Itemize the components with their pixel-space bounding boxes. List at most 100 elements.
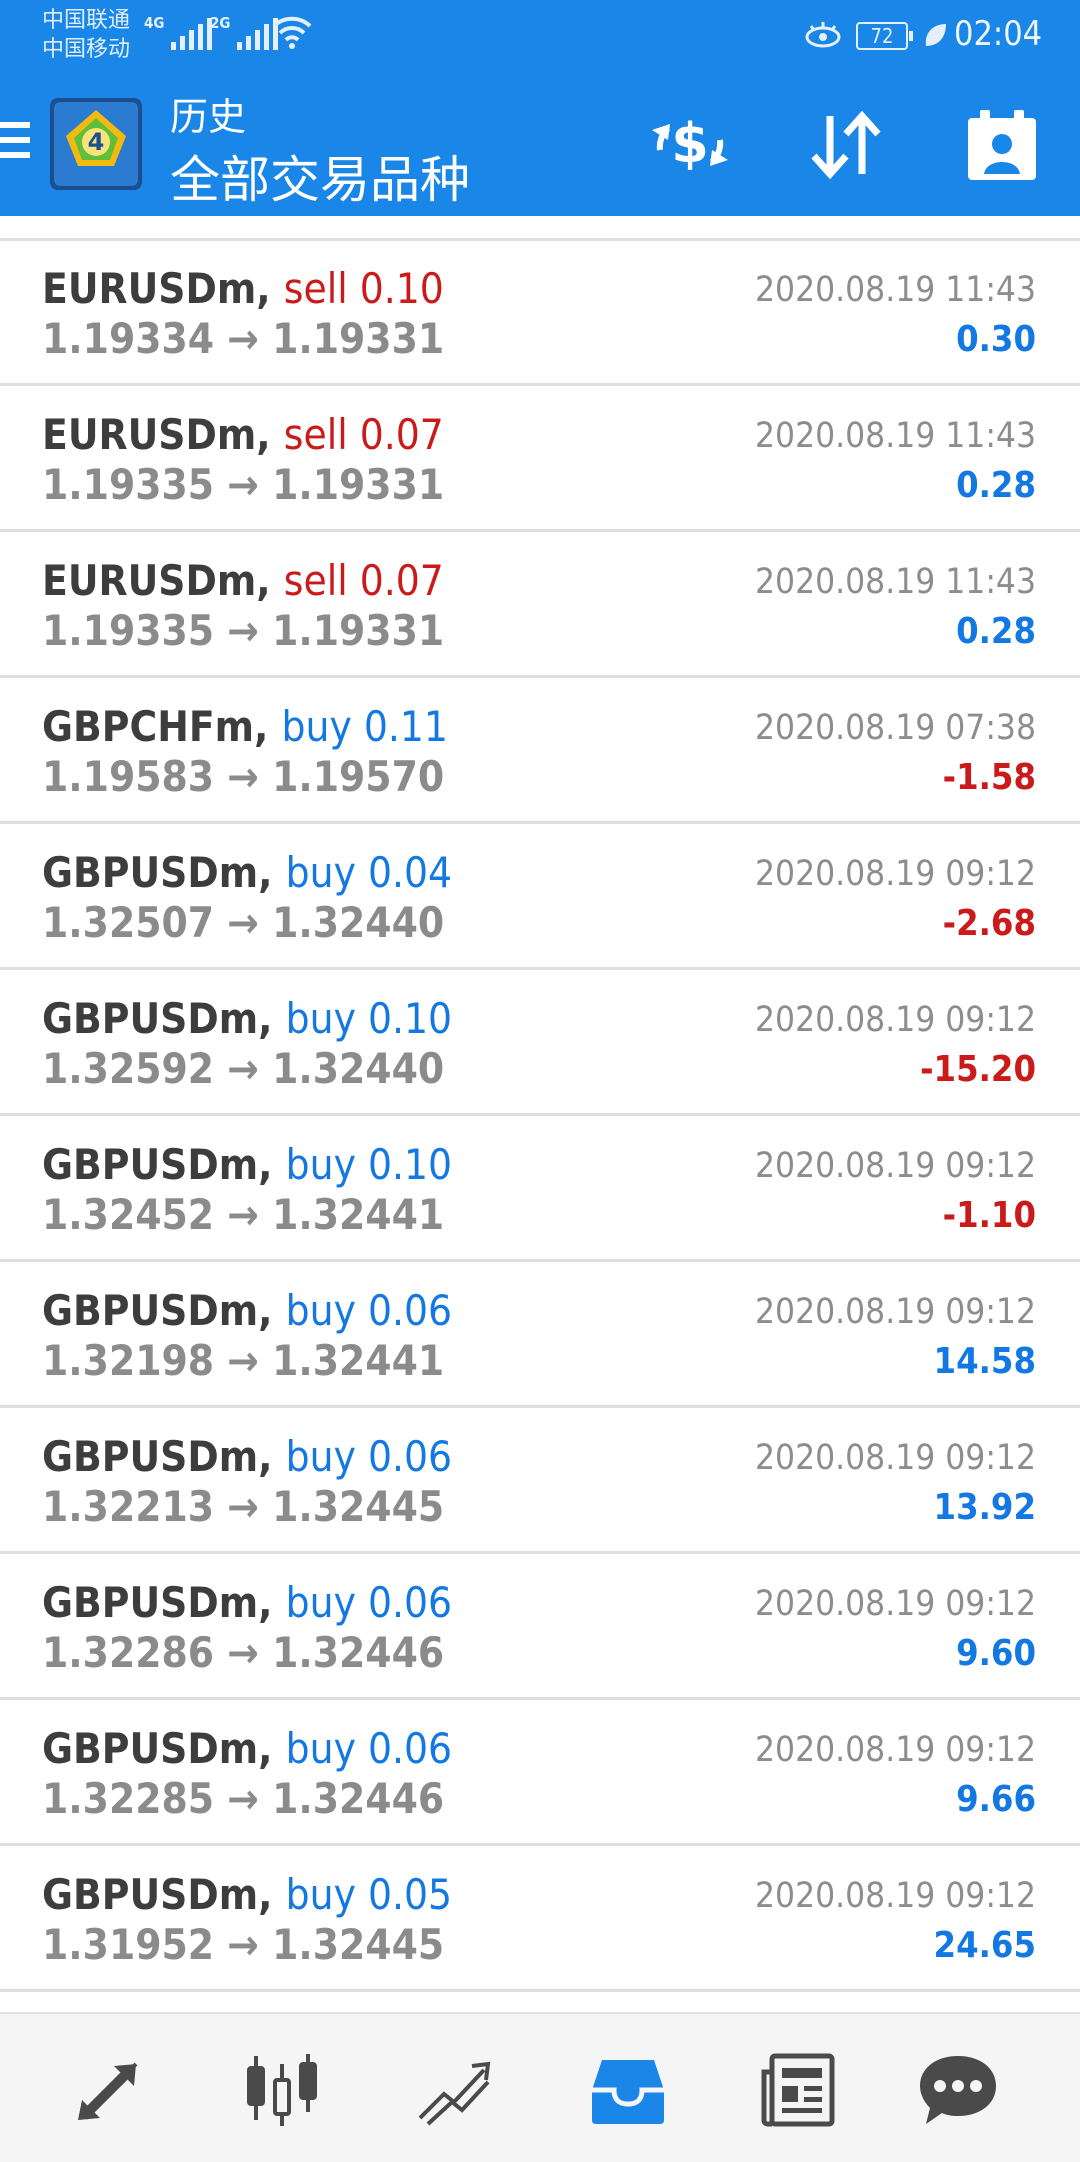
trade-profit: 0.30 xyxy=(956,319,1036,360)
trade-row[interactable]: GBPUSDm, buy 0.06 1.32285 → 1.32446 2020.0… xyxy=(0,1700,1080,1846)
open-price: 1.32452 xyxy=(42,1190,215,1239)
trade-symbol-line: GBPUSDm, buy 0.06 xyxy=(42,1578,452,1627)
close-price: 1.32446 xyxy=(272,1774,445,1823)
trade-prices: 1.19334 → 1.19331 xyxy=(42,314,444,363)
currency-exchange-icon[interactable]: $ xyxy=(642,100,738,190)
screen-label: 历史 xyxy=(170,95,247,139)
trade-row[interactable]: EURUSDm, sell 0.07 1.19335 → 1.19331 2020.… xyxy=(0,386,1080,532)
chart-icon[interactable] xyxy=(242,2050,322,2130)
close-price: 1.19331 xyxy=(272,460,445,509)
trade-profit: 13.92 xyxy=(933,1487,1036,1528)
open-price: 1.32198 xyxy=(42,1336,215,1385)
carrier-1: 中国联通 xyxy=(42,8,131,33)
arrow-right-icon: → xyxy=(214,1190,273,1239)
status-bar: 中国联通 中国移动 4G 2G 72 02:04 xyxy=(0,0,1080,70)
trade-profit: 0.28 xyxy=(956,465,1036,506)
trade-time: 2020.08.19 11:43 xyxy=(755,416,1036,456)
trade-symbol: GBPUSDm, xyxy=(42,848,273,897)
arrow-right-icon: → xyxy=(214,1482,273,1531)
close-price: 1.32445 xyxy=(272,1920,445,1969)
trade-row[interactable]: GBPUSDm, buy 0.04 1.32507 → 1.32440 2020.0… xyxy=(0,824,1080,970)
trade-side-volume: sell 0.07 xyxy=(283,410,444,459)
close-price: 1.32446 xyxy=(272,1628,445,1677)
trade-profit: 0.28 xyxy=(956,611,1036,652)
news-icon[interactable] xyxy=(758,2050,838,2130)
open-price: 1.32592 xyxy=(42,1044,215,1093)
trade-row[interactable]: GBPUSDm, buy 0.06 1.32198 → 1.32441 2020.0… xyxy=(0,1262,1080,1408)
trade-time: 2020.08.19 09:12 xyxy=(755,1730,1036,1770)
page-title[interactable]: 全部交易品种 xyxy=(170,140,470,212)
sort-icon[interactable] xyxy=(798,100,894,190)
trade-prices: 1.31952 → 1.32445 xyxy=(42,1920,444,1969)
trade-symbol-line: EURUSDm, sell 0.07 xyxy=(42,410,444,459)
arrow-right-icon: → xyxy=(214,460,273,509)
carrier-2: 中国移动 xyxy=(42,37,131,62)
trade-symbol: GBPUSDm, xyxy=(42,1432,273,1481)
trade-time: 2020.08.19 09:12 xyxy=(755,1438,1036,1478)
trade-prices: 1.32507 → 1.32440 xyxy=(42,898,444,947)
trade-symbol: GBPUSDm, xyxy=(42,1724,273,1773)
trade-side-volume: sell 0.10 xyxy=(283,264,444,313)
history-icon[interactable] xyxy=(588,2050,668,2130)
trade-profit: 9.66 xyxy=(956,1779,1036,1820)
trade-prices: 1.32198 → 1.32441 xyxy=(42,1336,444,1385)
trade-row[interactable]: GBPUSDm, buy 0.06 1.32213 → 1.32445 2020.0… xyxy=(0,1408,1080,1554)
arrow-right-icon: → xyxy=(214,1920,273,1969)
trade-symbol-line: GBPCHFm, buy 0.11 xyxy=(42,702,448,751)
arrow-right-icon: → xyxy=(214,606,273,655)
clock: 02:04 xyxy=(954,14,1043,54)
trade-time: 2020.08.19 07:38 xyxy=(755,708,1036,748)
trade-time: 2020.08.19 09:12 xyxy=(755,1584,1036,1624)
menu-icon[interactable] xyxy=(0,122,30,167)
open-price: 1.19335 xyxy=(42,460,215,509)
trade-symbol: GBPUSDm, xyxy=(42,994,273,1043)
eye-comfort-icon xyxy=(805,22,841,48)
trade-row[interactable]: GBPUSDm, buy 0.05 1.31952 → 1.32445 2020.0… xyxy=(0,1846,1080,1992)
trade-profit: 14.58 xyxy=(933,1341,1036,1382)
close-price: 1.32440 xyxy=(272,898,445,947)
trade-symbol: EURUSDm, xyxy=(42,556,271,605)
trade-icon[interactable] xyxy=(414,2050,494,2130)
trade-time: 2020.08.19 09:12 xyxy=(755,1000,1036,1040)
trade-symbol-line: GBPUSDm, buy 0.06 xyxy=(42,1724,452,1773)
close-price: 1.32441 xyxy=(272,1190,445,1239)
trade-profit: -1.58 xyxy=(942,757,1036,798)
trade-side-volume: buy 0.06 xyxy=(285,1578,453,1627)
trade-prices: 1.32286 → 1.32446 xyxy=(42,1628,444,1677)
close-price: 1.19331 xyxy=(272,314,445,363)
trade-time: 2020.08.19 09:12 xyxy=(755,854,1036,894)
arrow-right-icon: → xyxy=(214,1336,273,1385)
battery-icon: 72 xyxy=(856,22,913,50)
open-price: 1.32285 xyxy=(42,1774,215,1823)
trade-symbol-line: GBPUSDm, buy 0.10 xyxy=(42,994,452,1043)
trade-history-list[interactable]: EURUSDm, sell 0.10 1.19334 → 1.19331 2020.… xyxy=(0,240,1080,1992)
carrier-names: 中国联通 中国移动 xyxy=(42,6,130,64)
trade-profit: -2.68 xyxy=(942,903,1036,944)
arrow-right-icon: → xyxy=(214,1628,273,1677)
trade-symbol-line: GBPUSDm, buy 0.05 xyxy=(42,1870,452,1919)
signal-4g-icon: 4G xyxy=(144,14,213,50)
open-price: 1.19583 xyxy=(42,752,215,801)
chat-icon[interactable] xyxy=(918,2050,998,2130)
arrow-right-icon: → xyxy=(214,314,273,363)
trade-symbol: GBPUSDm, xyxy=(42,1286,273,1335)
trade-row[interactable]: GBPUSDm, buy 0.06 1.32286 → 1.32446 2020.0… xyxy=(0,1554,1080,1700)
leaf-icon xyxy=(925,24,946,46)
trade-row[interactable]: GBPCHFm, buy 0.11 1.19583 → 1.19570 2020.0… xyxy=(0,678,1080,824)
trade-symbol-line: GBPUSDm, buy 0.06 xyxy=(42,1432,452,1481)
trade-prices: 1.19335 → 1.19331 xyxy=(42,606,444,655)
trade-row[interactable]: GBPUSDm, buy 0.10 1.32592 → 1.32440 2020.0… xyxy=(0,970,1080,1116)
trade-row[interactable]: EURUSDm, sell 0.10 1.19334 → 1.19331 2020.… xyxy=(0,240,1080,386)
trade-side-volume: buy 0.11 xyxy=(281,702,448,751)
close-price: 1.32445 xyxy=(272,1482,445,1531)
arrow-right-icon: → xyxy=(214,752,273,801)
quotes-icon[interactable] xyxy=(70,2050,150,2130)
trade-side-volume: buy 0.05 xyxy=(285,1870,453,1919)
signal-2g-icon: 2G xyxy=(210,14,279,50)
trade-row[interactable]: GBPUSDm, buy 0.10 1.32452 → 1.32441 2020.0… xyxy=(0,1116,1080,1262)
trade-row[interactable]: EURUSDm, sell 0.07 1.19335 → 1.19331 2020.… xyxy=(0,532,1080,678)
trade-time: 2020.08.19 09:12 xyxy=(755,1876,1036,1916)
account-icon[interactable] xyxy=(954,100,1050,190)
trade-prices: 1.19583 → 1.19570 xyxy=(42,752,444,801)
trade-prices: 1.32285 → 1.32446 xyxy=(42,1774,444,1823)
